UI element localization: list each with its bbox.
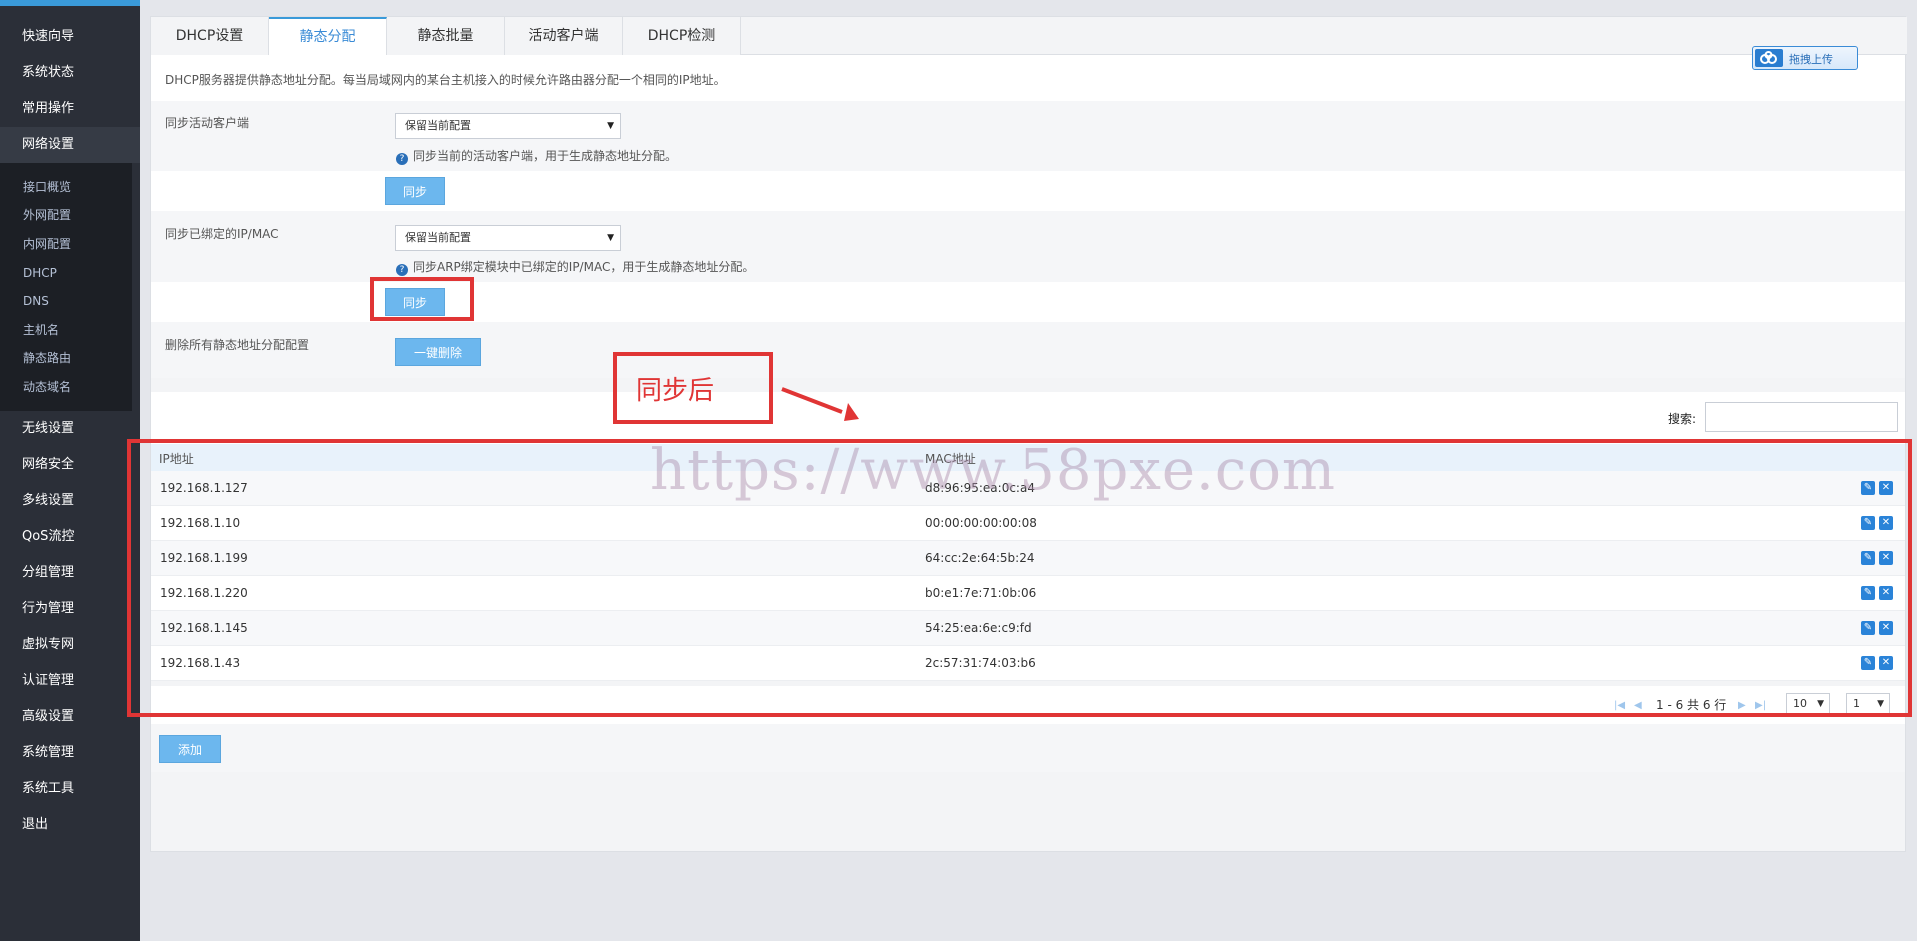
sync-active-button[interactable]: 同步: [385, 177, 445, 205]
sidebar-item-group-mgmt[interactable]: 分组管理: [0, 555, 140, 591]
tab-dhcp-settings[interactable]: DHCP设置: [151, 17, 269, 55]
submenu-item-hostname[interactable]: 主机名: [0, 316, 132, 344]
sync-active-hint-text: 同步当前的活动客户端，用于生成静态地址分配。: [413, 149, 678, 163]
sidebar-item-behavior-mgmt[interactable]: 行为管理: [0, 591, 140, 627]
submenu-item-interface-overview[interactable]: 接口概览: [0, 173, 132, 201]
sync-bound-label: 同步已绑定的IP/MAC: [165, 227, 279, 241]
submenu-item-lan-config[interactable]: 内网配置: [0, 230, 132, 258]
sidebar-item-system-mgmt[interactable]: 系统管理: [0, 735, 140, 771]
sync-active-hint: ? 同步当前的活动客户端，用于生成静态地址分配。: [396, 147, 677, 165]
sidebar-item-system-status[interactable]: 系统状态: [0, 55, 140, 91]
sync-bound-select-value: 保留当前配置: [405, 231, 471, 244]
add-button[interactable]: 添加: [159, 735, 221, 763]
sidebar-item-logout[interactable]: 退出: [0, 807, 140, 843]
delete-all-label: 删除所有静态地址分配配置: [165, 338, 310, 352]
question-icon: ?: [396, 264, 408, 276]
sidebar-item-common-ops[interactable]: 常用操作: [0, 91, 140, 127]
sidebar-item-network-settings[interactable]: 网络设置: [0, 127, 140, 163]
annotation-text-after-sync: 同步后: [636, 376, 715, 406]
tab-active-clients[interactable]: 活动客户端: [505, 17, 623, 55]
question-icon: ?: [396, 153, 408, 165]
tab-static-batch[interactable]: 静态批量: [387, 17, 505, 55]
sync-bound-hint-text: 同步ARP绑定模块中已绑定的IP/MAC，用于生成静态地址分配。: [413, 260, 755, 274]
sync-bound-hint: ? 同步ARP绑定模块中已绑定的IP/MAC，用于生成静态地址分配。: [396, 258, 754, 276]
tab-bar: DHCP设置 静态分配 静态批量 活动客户端 DHCP检测: [151, 17, 1907, 56]
search-row: [151, 392, 1905, 444]
search-input[interactable]: [1705, 402, 1898, 432]
tab-dhcp-detect[interactable]: DHCP检测: [623, 17, 741, 55]
drag-upload-label: 拖拽上传: [1789, 53, 1833, 66]
sidebar-item-auth-mgmt[interactable]: 认证管理: [0, 663, 140, 699]
annotation-box-sync-button: [370, 277, 474, 321]
sidebar-item-vpn[interactable]: 虚拟专网: [0, 627, 140, 663]
add-row: [151, 724, 1905, 772]
sidebar-item-qos[interactable]: QoS流控: [0, 519, 140, 555]
sidebar-item-system-tools[interactable]: 系统工具: [0, 771, 140, 807]
submenu-item-static-route[interactable]: 静态路由: [0, 344, 132, 372]
sidebar-item-multiline[interactable]: 多线设置: [0, 483, 140, 519]
delete-all-button[interactable]: 一键删除: [395, 338, 481, 366]
sync-active-select-value: 保留当前配置: [405, 119, 471, 132]
page-description: DHCP服务器提供静态地址分配。每当局域网内的某台主机接入的时候允许路由器分配一…: [165, 73, 726, 87]
cloud-icon: [1755, 49, 1783, 67]
submenu-item-dns[interactable]: DNS: [0, 287, 132, 315]
drag-upload-button[interactable]: 拖拽上传: [1752, 46, 1858, 70]
annotation-arrow-icon: [781, 387, 859, 421]
sync-active-label: 同步活动客户端: [165, 116, 250, 130]
sync-active-select[interactable]: 保留当前配置 ▼: [395, 113, 621, 139]
submenu-item-ddns[interactable]: 动态域名: [0, 373, 132, 401]
tab-static-assignment[interactable]: 静态分配: [269, 17, 387, 56]
sidebar-item-quick-guide[interactable]: 快速向导: [0, 19, 140, 55]
caret-down-icon: ▼: [607, 121, 614, 131]
sidebar-top-accent: [0, 0, 140, 6]
sidebar-submenu-network: 接口概览 外网配置 内网配置 DHCP DNS 主机名 静态路由 动态域名: [0, 163, 132, 411]
sidebar: 快速向导 系统状态 常用操作 网络设置 接口概览 外网配置 内网配置 DHCP …: [0, 0, 140, 941]
sidebar-item-wireless[interactable]: 无线设置: [0, 411, 140, 447]
submenu-item-dhcp[interactable]: DHCP: [0, 259, 132, 287]
sidebar-item-network-security[interactable]: 网络安全: [0, 447, 140, 483]
watermark: https://www.58pxe.com: [650, 438, 1337, 503]
caret-down-icon: ▼: [607, 233, 614, 243]
submenu-item-wan-config[interactable]: 外网配置: [0, 201, 132, 229]
sync-bound-select[interactable]: 保留当前配置 ▼: [395, 225, 621, 251]
sidebar-item-advanced[interactable]: 高级设置: [0, 699, 140, 735]
search-label: 搜索:: [1668, 412, 1697, 426]
